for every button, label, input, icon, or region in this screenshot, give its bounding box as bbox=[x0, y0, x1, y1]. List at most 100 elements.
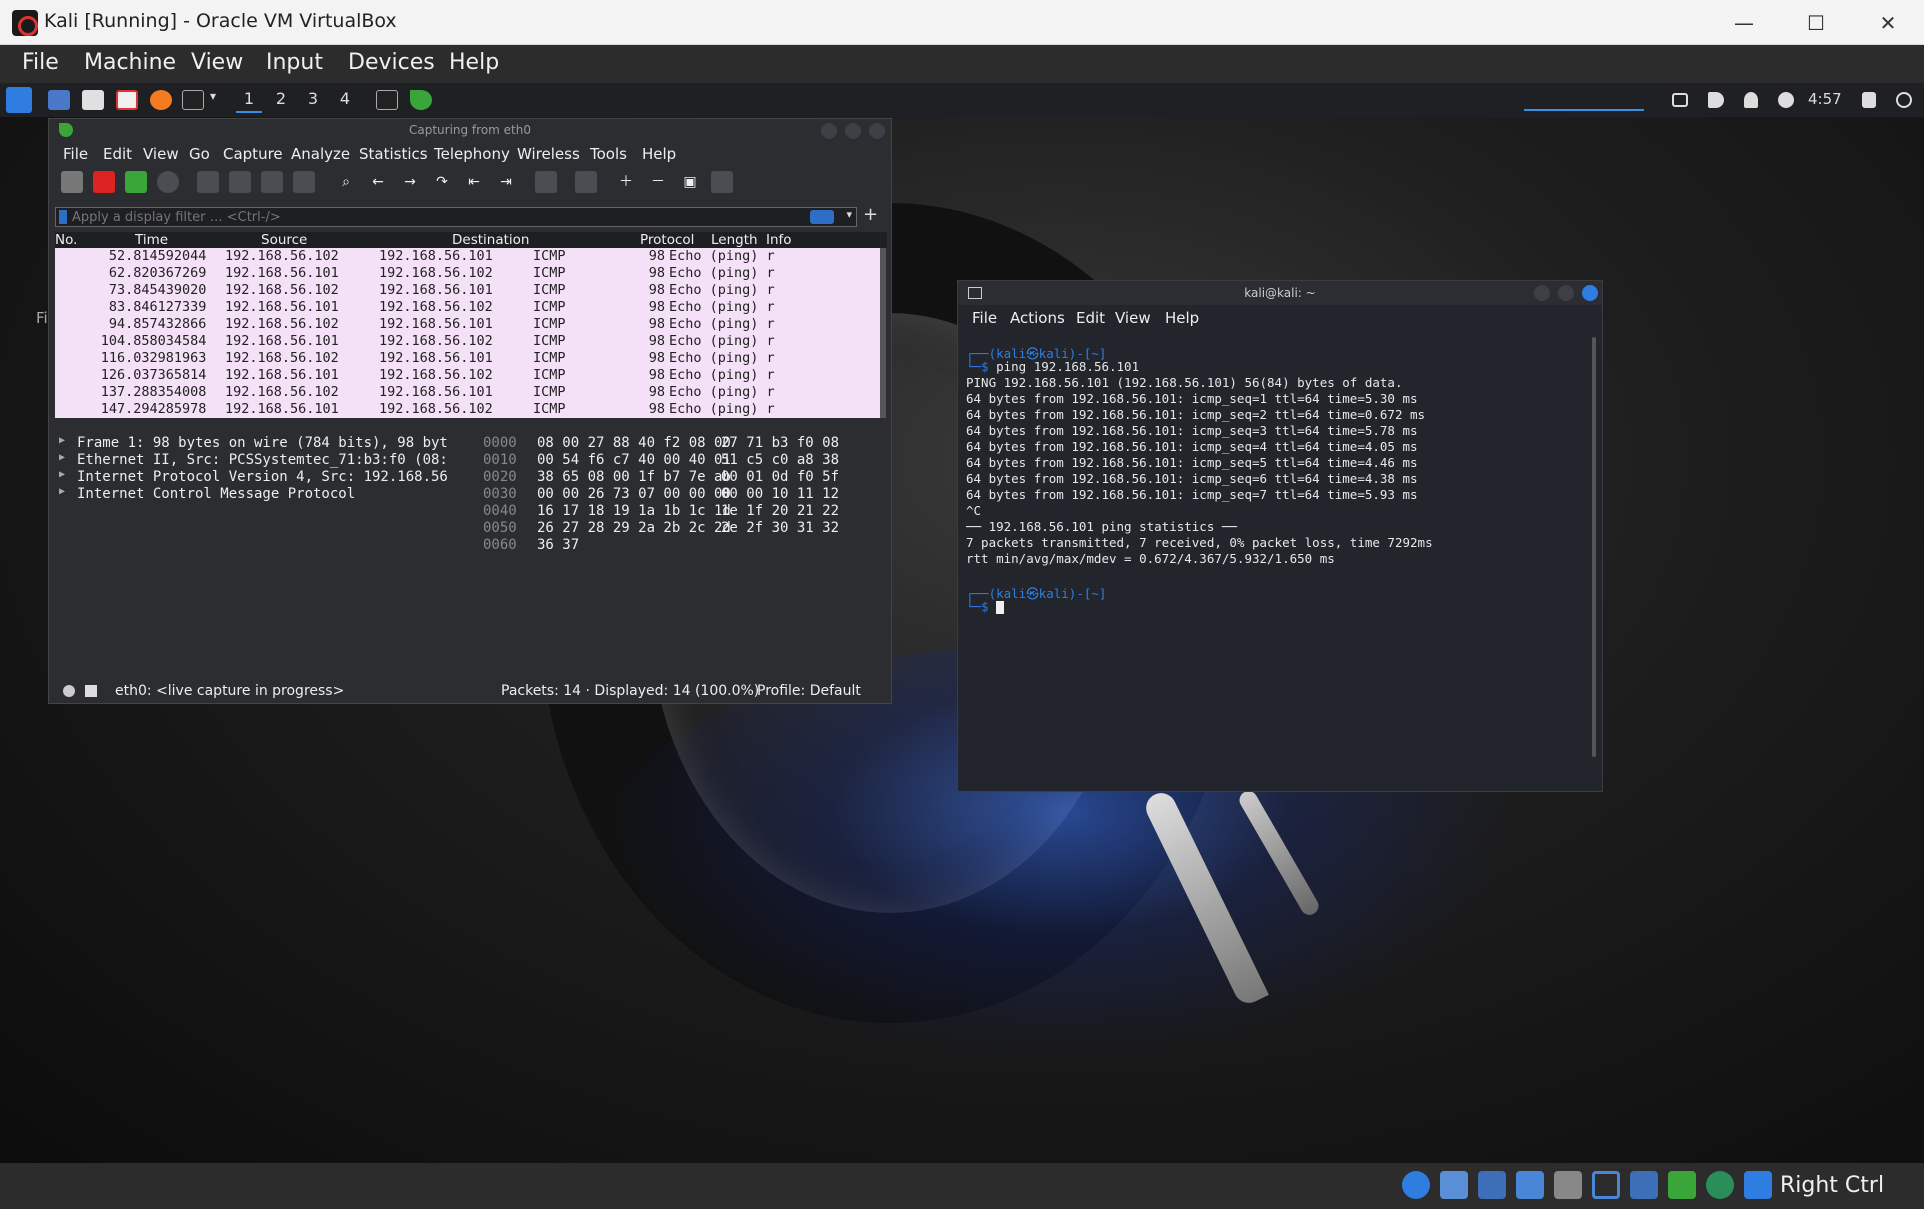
expert-info-icon[interactable] bbox=[63, 685, 75, 697]
stop-capture-icon[interactable] bbox=[93, 171, 115, 193]
term-menu-file[interactable]: File bbox=[972, 309, 997, 327]
hex-row[interactable]: 0020 38 65 08 00 1f b7 7e ab 00 01 0d f0 5… bbox=[479, 469, 889, 486]
display-filter-input[interactable] bbox=[72, 209, 812, 225]
profile-status[interactable]: Profile: Default bbox=[757, 683, 861, 699]
taskbar-wireshark-icon[interactable] bbox=[410, 90, 432, 110]
hex-row[interactable]: 0060 36 37 bbox=[479, 537, 889, 554]
term-menu-edit[interactable]: Edit bbox=[1076, 309, 1105, 327]
shared-folders-icon[interactable] bbox=[1554, 1171, 1582, 1199]
logout-icon[interactable] bbox=[1896, 92, 1912, 108]
packet-row[interactable]: 7 3.845439020 192.168.56.102 192.168.56.101… bbox=[55, 282, 880, 299]
workspace-4[interactable]: 4 bbox=[332, 89, 358, 113]
text-editor-icon[interactable] bbox=[116, 90, 138, 110]
kali-menu-icon[interactable] bbox=[6, 87, 32, 113]
workspace-3[interactable]: 3 bbox=[300, 89, 326, 113]
autoscroll-icon[interactable] bbox=[535, 171, 557, 193]
network-icon[interactable] bbox=[1478, 1171, 1506, 1199]
display-icon[interactable] bbox=[1672, 93, 1688, 107]
packet-row[interactable]: 13 7.288354008 192.168.56.102 192.168.56.10… bbox=[55, 384, 880, 401]
workspace-2[interactable]: 2 bbox=[268, 89, 294, 113]
chevron-down-icon[interactable]: ▾ bbox=[846, 208, 852, 221]
ws-menu-edit[interactable]: Edit bbox=[103, 145, 132, 163]
go-back-icon[interactable]: ← bbox=[367, 171, 389, 193]
ws-menu-go[interactable]: Go bbox=[189, 145, 210, 163]
detail-tree-item[interactable]: ▶ Internet Control Message Protocol bbox=[55, 486, 473, 503]
file-manager-icon[interactable] bbox=[82, 90, 104, 110]
ws-menu-file[interactable]: File bbox=[63, 145, 88, 163]
detail-tree-item[interactable]: ▶ Frame 1: 98 bytes on wire (784 bits), 9… bbox=[55, 435, 473, 452]
reload-file-icon[interactable] bbox=[293, 171, 315, 193]
bookmark-icon[interactable] bbox=[59, 210, 67, 224]
apply-filter-icon[interactable] bbox=[810, 210, 834, 224]
go-forward-icon[interactable]: → bbox=[399, 171, 421, 193]
start-capture-icon[interactable] bbox=[61, 171, 83, 193]
desktop-icon-label[interactable]: Fi bbox=[36, 309, 48, 327]
col-no[interactable]: No. bbox=[55, 232, 77, 248]
close-file-icon[interactable] bbox=[261, 171, 283, 193]
ws-menu-capture[interactable]: Capture bbox=[223, 145, 283, 163]
mouse-integration-icon[interactable] bbox=[1706, 1171, 1734, 1199]
volume-icon[interactable] bbox=[1708, 92, 1724, 108]
packet-row[interactable]: 12 6.037365814 192.168.56.101 192.168.56.10… bbox=[55, 367, 880, 384]
expand-arrow-icon[interactable]: ▶ bbox=[59, 452, 65, 463]
packet-row[interactable]: 5 2.814592044 192.168.56.102 192.168.56.101… bbox=[55, 248, 880, 265]
cpu-icon[interactable] bbox=[1668, 1171, 1696, 1199]
ws-menu-help[interactable]: Help bbox=[642, 145, 676, 163]
host-key-label[interactable]: Right Ctrl bbox=[1780, 1173, 1884, 1198]
col-destination[interactable]: Destination bbox=[452, 232, 529, 248]
usb-icon[interactable] bbox=[1516, 1171, 1544, 1199]
packet-row[interactable]: 8 3.846127339 192.168.56.101 192.168.56.102… bbox=[55, 299, 880, 316]
taskbar-terminal-icon[interactable] bbox=[376, 90, 398, 110]
col-source[interactable]: Source bbox=[261, 232, 307, 248]
terminal-output[interactable]: ┌──(kali㉿kali)-[~] └─$ ping 192.168.56.1… bbox=[966, 337, 1586, 777]
keyboard-capture-icon[interactable] bbox=[1744, 1171, 1772, 1199]
close-button[interactable] bbox=[869, 123, 885, 139]
packet-row[interactable]: 10 4.858034584 192.168.56.101 192.168.56.10… bbox=[55, 333, 880, 350]
close-button[interactable]: ✕ bbox=[1860, 6, 1916, 40]
expand-arrow-icon[interactable]: ▶ bbox=[59, 435, 65, 446]
packet-row[interactable]: 14 7.294285978 192.168.56.101 192.168.56.10… bbox=[55, 401, 880, 418]
ws-menu-tools[interactable]: Tools bbox=[590, 145, 627, 163]
menu-devices[interactable]: Devices bbox=[348, 50, 435, 75]
expand-arrow-icon[interactable]: ▶ bbox=[59, 469, 65, 480]
col-protocol[interactable]: Protocol bbox=[640, 232, 694, 248]
hex-row[interactable]: 0030 00 00 26 73 07 00 00 00 00 00 10 11 1… bbox=[479, 486, 889, 503]
colorize-icon[interactable] bbox=[575, 171, 597, 193]
minimize-button[interactable] bbox=[1534, 285, 1550, 301]
terminal-icon[interactable] bbox=[182, 90, 204, 110]
go-to-packet-icon[interactable]: ↷ bbox=[431, 171, 453, 193]
ws-menu-wireless[interactable]: Wireless bbox=[517, 145, 580, 163]
notifications-icon[interactable] bbox=[1744, 92, 1758, 108]
last-packet-icon[interactable]: ⇥ bbox=[495, 171, 517, 193]
col-length[interactable]: Length bbox=[711, 232, 758, 248]
hex-row[interactable]: 0040 16 17 18 19 1a 1b 1c 1d 1e 1f 20 21 2… bbox=[479, 503, 889, 520]
ws-menu-view[interactable]: View bbox=[143, 145, 179, 163]
optical-drive-icon[interactable] bbox=[1402, 1171, 1430, 1199]
menu-help[interactable]: Help bbox=[449, 50, 499, 75]
minimize-button[interactable] bbox=[821, 123, 837, 139]
menu-input[interactable]: Input bbox=[266, 50, 323, 75]
panel-clock[interactable]: 4:57 bbox=[1808, 90, 1842, 108]
terminal-scrollbar[interactable] bbox=[1592, 337, 1596, 757]
open-file-icon[interactable] bbox=[197, 171, 219, 193]
lock-icon[interactable] bbox=[1862, 92, 1876, 108]
minimize-button[interactable]: — bbox=[1716, 6, 1772, 40]
col-time[interactable]: Time bbox=[135, 232, 168, 248]
normal-size-icon[interactable]: ▣ bbox=[679, 171, 701, 193]
power-status-icon[interactable] bbox=[1778, 92, 1794, 108]
recording-icon[interactable] bbox=[1630, 1171, 1658, 1199]
hex-row[interactable]: 0050 26 27 28 29 2a 2b 2c 2d 2e 2f 30 31 3… bbox=[479, 520, 889, 537]
expand-arrow-icon[interactable]: ▶ bbox=[59, 486, 65, 497]
capture-options-icon[interactable] bbox=[157, 171, 179, 193]
menu-view[interactable]: View bbox=[191, 50, 243, 75]
show-desktop-icon[interactable] bbox=[48, 90, 70, 110]
find-packet-icon[interactable]: ⌕ bbox=[335, 171, 357, 193]
col-info[interactable]: Info bbox=[766, 232, 792, 248]
close-button[interactable] bbox=[1582, 285, 1598, 301]
ws-menu-statistics[interactable]: Statistics bbox=[359, 145, 428, 163]
hex-row[interactable]: 0000 08 00 27 88 40 f2 08 00 27 71 b3 f0 0… bbox=[479, 435, 889, 452]
terminal-titlebar[interactable]: kali@kali: ~ bbox=[958, 281, 1602, 305]
maximize-button[interactable] bbox=[1558, 285, 1574, 301]
ws-menu-telephony[interactable]: Telephony bbox=[434, 145, 510, 163]
packet-row[interactable]: 6 2.820367269 192.168.56.101 192.168.56.102… bbox=[55, 265, 880, 282]
